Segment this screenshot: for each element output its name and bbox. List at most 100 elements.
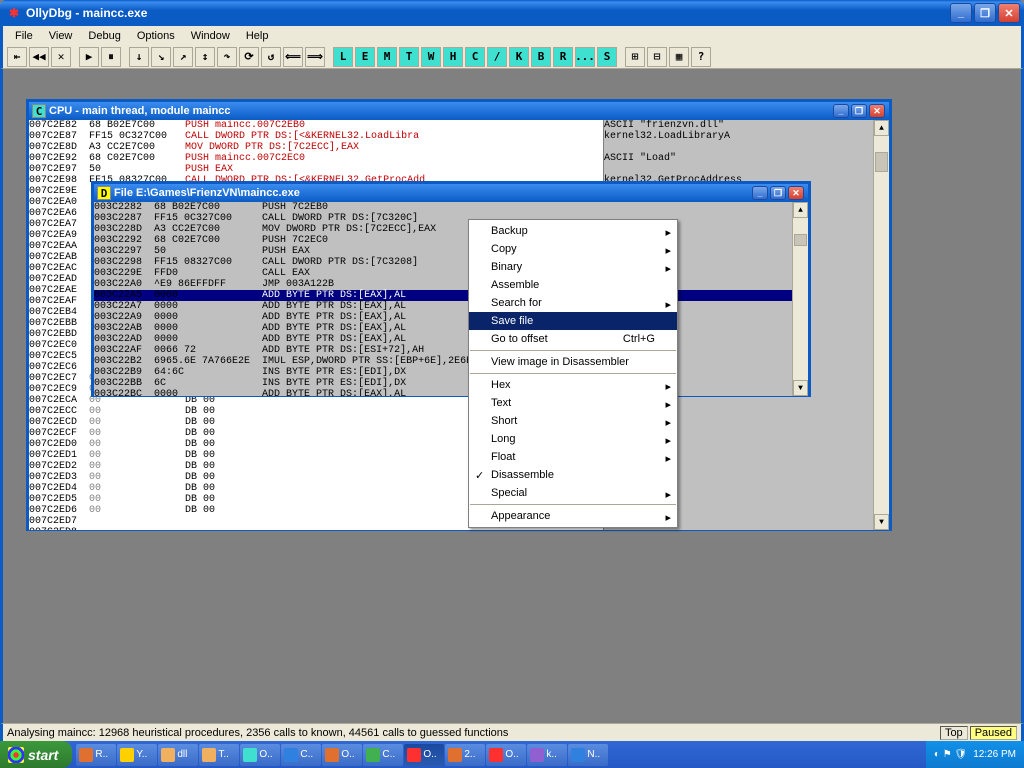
scroll-thumb[interactable]	[794, 234, 807, 246]
disasm-row[interactable]: 003C22A5 0000 ADD BYTE PTR DS:[EAX],AL	[94, 290, 808, 301]
disasm-row[interactable]: 003C22AF 0066 72 ADD BYTE PTR DS:[ESI+72…	[94, 345, 808, 356]
tb-letter-4[interactable]: W	[421, 47, 441, 67]
cpu-maximize-button[interactable]: ❐	[851, 104, 867, 118]
tb-letter-1[interactable]: E	[355, 47, 375, 67]
file-scrollbar[interactable]: ▲ ▼	[792, 202, 808, 396]
scroll-down-icon[interactable]: ▼	[874, 514, 889, 530]
tb-end-0[interactable]: ⊞	[625, 47, 645, 67]
menu-item-float[interactable]: Float▸	[469, 448, 677, 466]
file-maximize-button[interactable]: ❐	[770, 186, 786, 200]
menu-view[interactable]: View	[41, 28, 81, 44]
menu-item-go-to-offset[interactable]: Go to offsetCtrl+G	[469, 330, 677, 348]
tb-play-0[interactable]: ▶	[79, 47, 99, 67]
taskbar-item[interactable]: R..	[76, 744, 116, 766]
tb-letter-9[interactable]: B	[531, 47, 551, 67]
disasm-row[interactable]: 003C22AD 0000 ADD BYTE PTR DS:[EAX],AL	[94, 334, 808, 345]
menu-item-assemble[interactable]: Assemble	[469, 276, 677, 294]
disasm-row[interactable]: 003C22A0 ^E9 86EFFDFF JMP 003A122B	[94, 279, 808, 290]
scroll-up-icon[interactable]: ▲	[793, 202, 808, 218]
tb-step-1[interactable]: ↘	[151, 47, 171, 67]
menu-item-copy[interactable]: Copy▸	[469, 240, 677, 258]
disasm-row[interactable]: 003C2297 50 PUSH EAX	[94, 246, 808, 257]
scroll-thumb[interactable]	[875, 152, 888, 172]
minimize-button[interactable]: _	[950, 3, 972, 23]
menu-item-disassemble[interactable]: ✓Disassemble	[469, 466, 677, 484]
taskbar-item[interactable]: C..	[363, 744, 403, 766]
disasm-row[interactable]: 003C2298 FF15 08327C00 CALL DWORD PTR DS…	[94, 257, 808, 268]
system-tray[interactable]: ◐ ⚑ 🛡 12:26 PM	[926, 741, 1024, 768]
menu-item-appearance[interactable]: Appearance▸	[469, 507, 677, 525]
cpu-titlebar[interactable]: C CPU - main thread, module maincc _ ❐ ✕	[29, 102, 889, 120]
tb-step-8[interactable]: ⟹	[305, 47, 325, 67]
menu-item-search-for[interactable]: Search for▸	[469, 294, 677, 312]
disasm-row[interactable]: 003C22A7 0000 ADD BYTE PTR DS:[EAX],AL	[94, 301, 808, 312]
menu-item-long[interactable]: Long▸	[469, 430, 677, 448]
tb-end-2[interactable]: ▦	[669, 47, 689, 67]
taskbar-item[interactable]: C..	[281, 744, 321, 766]
tb-letter-8[interactable]: K	[509, 47, 529, 67]
taskbar-item[interactable]: O..	[404, 744, 444, 766]
cpu-close-button[interactable]: ✕	[869, 104, 885, 118]
menu-file[interactable]: File	[7, 28, 41, 44]
tb-letter-5[interactable]: H	[443, 47, 463, 67]
menu-help[interactable]: Help	[238, 28, 277, 44]
taskbar-item[interactable]: O..	[240, 744, 280, 766]
cpu-minimize-button[interactable]: _	[833, 104, 849, 118]
menu-item-save-file[interactable]: Save file	[469, 312, 677, 330]
disasm-row[interactable]: 003C2287 FF15 0C327C00 CALL DWORD PTR DS…	[94, 213, 808, 224]
tb-end-1[interactable]: ⊟	[647, 47, 667, 67]
disasm-row[interactable]: 003C22B9 64:6C INS BYTE PTR ES:[EDI],DX	[94, 367, 808, 378]
tb-step-2[interactable]: ↗	[173, 47, 193, 67]
tb-step-3[interactable]: ↕	[195, 47, 215, 67]
tb-end-3[interactable]: ?	[691, 47, 711, 67]
tb-letter-6[interactable]: C	[465, 47, 485, 67]
taskbar-item[interactable]: T..	[199, 744, 239, 766]
tb-step-7[interactable]: ⟸	[283, 47, 303, 67]
tb-nav-0[interactable]: ⇤	[7, 47, 27, 67]
disasm-row[interactable]: 003C228D A3 CC2E7C00 MOV DWORD PTR DS:[7…	[94, 224, 808, 235]
tb-step-6[interactable]: ↺	[261, 47, 281, 67]
disasm-row[interactable]: 003C22BB 6C INS BYTE PTR ES:[EDI],DX	[94, 378, 808, 389]
close-button[interactable]: ✕	[998, 3, 1020, 23]
tb-letter-11[interactable]: ...	[575, 47, 595, 67]
tb-letter-0[interactable]: L	[333, 47, 353, 67]
taskbar-item[interactable]: Y..	[117, 744, 157, 766]
scroll-down-icon[interactable]: ▼	[793, 380, 808, 396]
menu-item-special[interactable]: Special▸	[469, 484, 677, 502]
menu-item-short[interactable]: Short▸	[469, 412, 677, 430]
taskbar-item[interactable]: 2..	[445, 744, 485, 766]
menu-debug[interactable]: Debug	[80, 28, 128, 44]
taskbar-item[interactable]: O..	[486, 744, 526, 766]
maximize-button[interactable]: ❐	[974, 3, 996, 23]
cpu-scrollbar[interactable]: ▲ ▼	[873, 120, 889, 530]
tb-letter-10[interactable]: R	[553, 47, 573, 67]
start-button[interactable]: start	[0, 741, 72, 768]
taskbar-item[interactable]: dll	[158, 744, 198, 766]
tb-step-0[interactable]: ↓	[129, 47, 149, 67]
tb-letter-12[interactable]: S	[597, 47, 617, 67]
tb-step-4[interactable]: ↷	[217, 47, 237, 67]
tb-letter-7[interactable]: /	[487, 47, 507, 67]
tb-nav-1[interactable]: ◀◀	[29, 47, 49, 67]
disasm-row[interactable]: 003C2292 68 C02E7C00 PUSH 7C2EC0	[94, 235, 808, 246]
menu-item-binary[interactable]: Binary▸	[469, 258, 677, 276]
menu-options[interactable]: Options	[129, 28, 183, 44]
tb-letter-3[interactable]: T	[399, 47, 419, 67]
disasm-row[interactable]: 003C22A9 0000 ADD BYTE PTR DS:[EAX],AL	[94, 312, 808, 323]
menu-item-hex[interactable]: Hex▸	[469, 376, 677, 394]
disasm-row[interactable]: 003C22AB 0000 ADD BYTE PTR DS:[EAX],AL	[94, 323, 808, 334]
file-close-button[interactable]: ✕	[788, 186, 804, 200]
disasm-row[interactable]: 003C229E FFD0 CALL EAX	[94, 268, 808, 279]
file-titlebar[interactable]: D File E:\Games\FrienzVN\maincc.exe _ ❐ …	[94, 184, 808, 202]
tb-nav-2[interactable]: ✕	[51, 47, 71, 67]
menu-window[interactable]: Window	[183, 28, 238, 44]
scroll-up-icon[interactable]: ▲	[874, 120, 889, 136]
disasm-row[interactable]: 003C22B2 6965.6E 7A766E2E IMUL ESP,DWORD…	[94, 356, 808, 367]
taskbar-item[interactable]: O..	[322, 744, 362, 766]
menu-item-text[interactable]: Text▸	[469, 394, 677, 412]
file-minimize-button[interactable]: _	[752, 186, 768, 200]
tb-play-1[interactable]: ⏸	[101, 47, 121, 67]
disasm-row[interactable]: 003C22BC 0000 ADD BYTE PTR DS:[EAX],AL	[94, 389, 808, 396]
menu-item-view-image-in-disassembler[interactable]: View image in Disassembler	[469, 353, 677, 371]
disasm-row[interactable]: 003C2282 68 B02E7C00 PUSH 7C2EB0	[94, 202, 808, 213]
